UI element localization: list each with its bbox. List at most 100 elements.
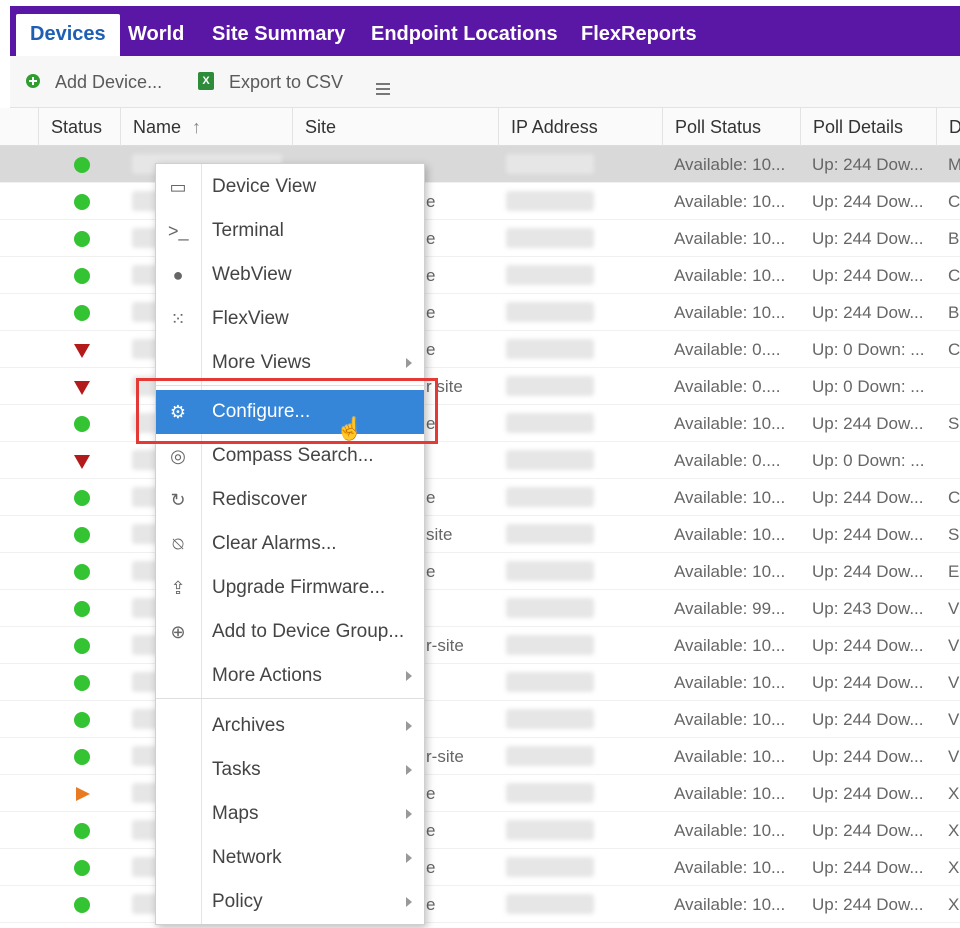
table-row[interactable]: Available: 10... Up: 244 Dow... M xyxy=(0,146,960,183)
column-status[interactable]: Status xyxy=(38,108,126,146)
d-cell: V xyxy=(948,710,960,729)
tab-flexreports[interactable]: FlexReports xyxy=(581,14,697,56)
table-row[interactable]: e Available: 10... Up: 244 Dow... X xyxy=(0,849,960,886)
table-row[interactable]: Available: 0.... Up: 0 Down: ... xyxy=(0,442,960,479)
column-site[interactable]: Site xyxy=(292,108,498,146)
poll-status-cell: Available: 0.... xyxy=(674,340,781,359)
submenu-arrow-icon xyxy=(406,358,412,368)
terminal-icon: >_ xyxy=(168,221,189,241)
table-row[interactable]: r-site Available: 10... Up: 244 Dow... V xyxy=(0,627,960,664)
column-poll-details[interactable]: Poll Details xyxy=(800,108,936,146)
site-cell: site xyxy=(426,525,453,544)
poll-details-cell: Up: 244 Dow... xyxy=(812,821,924,840)
poll-status-cell: Available: 10... xyxy=(674,414,786,433)
poll-details-cell: Up: 244 Dow... xyxy=(812,747,924,766)
tab-site-summary[interactable]: Site Summary xyxy=(212,14,345,56)
context-menu: ▭ Device View >_ Terminal ● WebView ⁙ FlexView M… xyxy=(155,163,425,925)
menu-item-archives[interactable]: Archives xyxy=(156,704,424,748)
poll-details-cell: Up: 244 Dow... xyxy=(812,414,924,433)
site-cell: e xyxy=(426,895,436,914)
table-row[interactable]: Available: 10... Up: 244 Dow... V xyxy=(0,664,960,701)
table-row[interactable]: Available: 99... Up: 243 Dow... V xyxy=(0,590,960,627)
ip-address-redacted xyxy=(506,450,594,470)
menu-item-label: Terminal xyxy=(212,220,284,241)
poll-status-cell: Available: 10... xyxy=(674,525,786,544)
table-row[interactable]: e Available: 10... Up: 244 Dow... X xyxy=(0,812,960,849)
ip-address-redacted xyxy=(506,228,594,248)
menu-item-clear-alarms[interactable]: ⍉ Clear Alarms... xyxy=(156,522,424,566)
menu-item-webview[interactable]: ● WebView xyxy=(156,253,424,297)
status-up-icon xyxy=(74,897,90,913)
column-poll-status[interactable]: Poll Status xyxy=(662,108,800,146)
site-cell xyxy=(426,701,496,738)
table-row[interactable]: e Available: 10... Up: 244 Dow... B xyxy=(0,294,960,331)
column-d[interactable]: D xyxy=(936,108,960,146)
status-up-icon xyxy=(74,823,90,839)
tab-world[interactable]: World xyxy=(128,14,184,56)
poll-status-cell: Available: 10... xyxy=(674,747,786,766)
menu-item-network[interactable]: Network xyxy=(156,836,424,880)
table-row[interactable]: e Available: 10... Up: 244 Dow... C xyxy=(0,183,960,220)
menu-item-tasks[interactable]: Tasks xyxy=(156,748,424,792)
toolbar-menu-button[interactable] xyxy=(376,76,390,104)
poll-status-cell: Available: 99... xyxy=(674,599,786,618)
site-cell: e xyxy=(426,266,436,285)
tab-devices[interactable]: Devices xyxy=(16,14,120,56)
menu-lines-icon xyxy=(376,83,390,96)
table-row[interactable]: e Available: 10... Up: 244 Dow... C xyxy=(0,257,960,294)
status-up-icon xyxy=(74,231,90,247)
table-row[interactable]: e Available: 0.... Up: 0 Down: ... C xyxy=(0,331,960,368)
menu-item-upgrade-firmware[interactable]: ⇪ Upgrade Firmware... xyxy=(156,566,424,610)
table-row[interactable]: Available: 10... Up: 244 Dow... V xyxy=(0,701,960,738)
export-csv-button[interactable]: X Export to CSV xyxy=(198,68,343,96)
menu-item-maps[interactable]: Maps xyxy=(156,792,424,836)
menu-item-terminal[interactable]: >_ Terminal xyxy=(156,209,424,253)
site-cell: e xyxy=(426,784,436,803)
column-name[interactable]: Name ↑ xyxy=(120,108,292,146)
ip-address-redacted xyxy=(506,154,594,174)
status-down-icon xyxy=(74,381,90,395)
poll-status-cell: Available: 10... xyxy=(674,303,786,322)
table-row[interactable]: e Available: 10... Up: 244 Dow... X xyxy=(0,775,960,812)
menu-item-rediscover[interactable]: ↻ Rediscover xyxy=(156,478,424,522)
site-cell: r-site xyxy=(426,636,464,655)
table-row[interactable]: e Available: 10... Up: 244 Dow... C xyxy=(0,479,960,516)
site-cell: e xyxy=(426,340,436,359)
site-cell: e xyxy=(426,858,436,877)
menu-item-more-actions[interactable]: More Actions xyxy=(156,654,424,698)
globe-icon: ● xyxy=(172,265,184,285)
status-up-icon xyxy=(74,157,90,173)
table-row[interactable]: e Available: 10... Up: 244 Dow... X xyxy=(0,886,960,923)
submenu-arrow-icon xyxy=(406,671,412,681)
table-row[interactable]: e Available: 10... Up: 244 Dow... B xyxy=(0,220,960,257)
ip-address-redacted xyxy=(506,894,594,914)
tab-endpoint-locations[interactable]: Endpoint Locations xyxy=(371,14,558,56)
menu-item-label: Network xyxy=(212,847,282,868)
column-ip-address[interactable]: IP Address xyxy=(498,108,662,146)
table-row[interactable]: site Available: 10... Up: 244 Dow... S xyxy=(0,516,960,553)
poll-details-cell: Up: 244 Dow... xyxy=(812,895,924,914)
ip-address-redacted xyxy=(506,857,594,877)
d-cell: V xyxy=(948,599,960,618)
status-up-icon xyxy=(74,601,90,617)
table-row[interactable]: r-site Available: 10... Up: 244 Dow... V xyxy=(0,738,960,775)
column-name-label: Name xyxy=(133,117,182,137)
add-device-button[interactable]: Add Device... xyxy=(26,68,162,96)
menu-item-label: FlexView xyxy=(212,308,289,329)
poll-details-cell: Up: 244 Dow... xyxy=(812,192,924,211)
ip-address-redacted xyxy=(506,746,594,766)
menu-item-device-view[interactable]: ▭ Device View xyxy=(156,165,424,209)
poll-status-cell: Available: 10... xyxy=(674,488,786,507)
menu-separator xyxy=(156,698,424,699)
ip-address-redacted xyxy=(506,302,594,322)
poll-status-cell: Available: 10... xyxy=(674,673,786,692)
menu-item-flexview[interactable]: ⁙ FlexView xyxy=(156,297,424,341)
menu-item-label: Clear Alarms... xyxy=(212,533,337,554)
site-cell xyxy=(426,442,496,479)
menu-item-add-to-device-group[interactable]: ⊕ Add to Device Group... xyxy=(156,610,424,654)
menu-item-label: WebView xyxy=(212,264,292,285)
table-row[interactable]: e Available: 10... Up: 244 Dow... E xyxy=(0,553,960,590)
poll-details-cell: Up: 244 Dow... xyxy=(812,710,924,729)
status-up-icon xyxy=(74,268,90,284)
menu-item-policy[interactable]: Policy xyxy=(156,880,424,924)
